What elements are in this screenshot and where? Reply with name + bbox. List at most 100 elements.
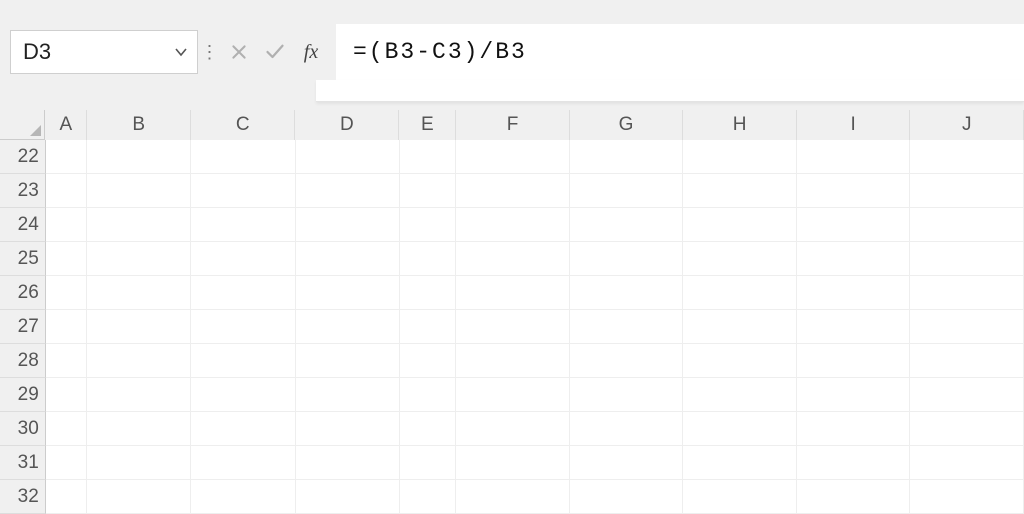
- cell[interactable]: [87, 310, 191, 344]
- cell[interactable]: [797, 412, 911, 446]
- cell[interactable]: [570, 480, 684, 514]
- cell[interactable]: [46, 310, 88, 344]
- cell[interactable]: [87, 242, 191, 276]
- row-header[interactable]: 27: [0, 310, 46, 344]
- cell[interactable]: [797, 174, 911, 208]
- cell[interactable]: [46, 446, 88, 480]
- cell[interactable]: [400, 480, 457, 514]
- cell[interactable]: [400, 140, 457, 174]
- cell[interactable]: [683, 208, 797, 242]
- cell[interactable]: [797, 140, 911, 174]
- cell[interactable]: [296, 446, 400, 480]
- cell[interactable]: [400, 310, 457, 344]
- cell[interactable]: [683, 480, 797, 514]
- cell[interactable]: [46, 344, 88, 378]
- cell[interactable]: [456, 174, 570, 208]
- cell[interactable]: [191, 480, 295, 514]
- row-header[interactable]: 24: [0, 208, 46, 242]
- cell[interactable]: [191, 378, 295, 412]
- cell[interactable]: [87, 412, 191, 446]
- cell[interactable]: [191, 412, 295, 446]
- cell[interactable]: [46, 480, 88, 514]
- cell[interactable]: [46, 412, 88, 446]
- row-header[interactable]: 29: [0, 378, 46, 412]
- cell[interactable]: [296, 344, 400, 378]
- cell[interactable]: [191, 344, 295, 378]
- cell[interactable]: [797, 276, 911, 310]
- cell[interactable]: [570, 140, 684, 174]
- cell[interactable]: [296, 242, 400, 276]
- row-header[interactable]: 22: [0, 140, 46, 174]
- cell[interactable]: [296, 310, 400, 344]
- cell[interactable]: [456, 412, 570, 446]
- cell[interactable]: [683, 174, 797, 208]
- cell[interactable]: [683, 344, 797, 378]
- cell[interactable]: [400, 344, 457, 378]
- cell[interactable]: [87, 378, 191, 412]
- name-box[interactable]: D3: [10, 30, 198, 74]
- row-header[interactable]: 23: [0, 174, 46, 208]
- cell[interactable]: [191, 446, 295, 480]
- cell[interactable]: [910, 344, 1024, 378]
- cell[interactable]: [400, 208, 457, 242]
- cell[interactable]: [683, 242, 797, 276]
- cell[interactable]: [683, 446, 797, 480]
- cell[interactable]: [797, 242, 911, 276]
- cell[interactable]: [400, 412, 457, 446]
- formula-input[interactable]: =(B3-C3)/B3: [336, 24, 1024, 80]
- cell[interactable]: [191, 140, 295, 174]
- row-header[interactable]: 32: [0, 480, 46, 514]
- cell[interactable]: [46, 208, 88, 242]
- column-header[interactable]: J: [910, 110, 1024, 140]
- cell[interactable]: [400, 378, 457, 412]
- cell[interactable]: [797, 446, 911, 480]
- cell[interactable]: [910, 208, 1024, 242]
- cell[interactable]: [456, 378, 570, 412]
- cell[interactable]: [570, 378, 684, 412]
- cell[interactable]: [46, 242, 88, 276]
- cell[interactable]: [570, 276, 684, 310]
- cell[interactable]: [570, 344, 684, 378]
- cell[interactable]: [797, 480, 911, 514]
- cell[interactable]: [910, 310, 1024, 344]
- cell[interactable]: [296, 208, 400, 242]
- cell[interactable]: [87, 344, 191, 378]
- cell[interactable]: [456, 276, 570, 310]
- cell[interactable]: [910, 174, 1024, 208]
- column-header[interactable]: G: [570, 110, 684, 140]
- cell[interactable]: [296, 480, 400, 514]
- cell[interactable]: [570, 446, 684, 480]
- cell[interactable]: [910, 242, 1024, 276]
- cell[interactable]: [400, 174, 457, 208]
- cell[interactable]: [456, 208, 570, 242]
- cell[interactable]: [683, 140, 797, 174]
- cell[interactable]: [910, 480, 1024, 514]
- row-header[interactable]: 26: [0, 276, 46, 310]
- cell[interactable]: [910, 446, 1024, 480]
- insert-function-button[interactable]: fx: [298, 39, 324, 65]
- column-header[interactable]: B: [87, 110, 191, 140]
- row-header[interactable]: 30: [0, 412, 46, 446]
- column-header[interactable]: D: [295, 110, 399, 140]
- cell[interactable]: [46, 174, 88, 208]
- cell[interactable]: [797, 208, 911, 242]
- column-header[interactable]: E: [399, 110, 456, 140]
- cell[interactable]: [570, 310, 684, 344]
- cell[interactable]: [910, 412, 1024, 446]
- cell[interactable]: [910, 276, 1024, 310]
- cell[interactable]: [400, 242, 457, 276]
- cell[interactable]: [683, 378, 797, 412]
- cell[interactable]: [191, 208, 295, 242]
- cell[interactable]: [456, 344, 570, 378]
- cell[interactable]: [683, 276, 797, 310]
- cell[interactable]: [683, 310, 797, 344]
- row-header[interactable]: 31: [0, 446, 46, 480]
- cell[interactable]: [456, 480, 570, 514]
- cell[interactable]: [683, 412, 797, 446]
- cell[interactable]: [570, 208, 684, 242]
- cell[interactable]: [296, 140, 400, 174]
- cell[interactable]: [296, 378, 400, 412]
- column-header[interactable]: C: [191, 110, 295, 140]
- row-header[interactable]: 28: [0, 344, 46, 378]
- column-header[interactable]: I: [797, 110, 911, 140]
